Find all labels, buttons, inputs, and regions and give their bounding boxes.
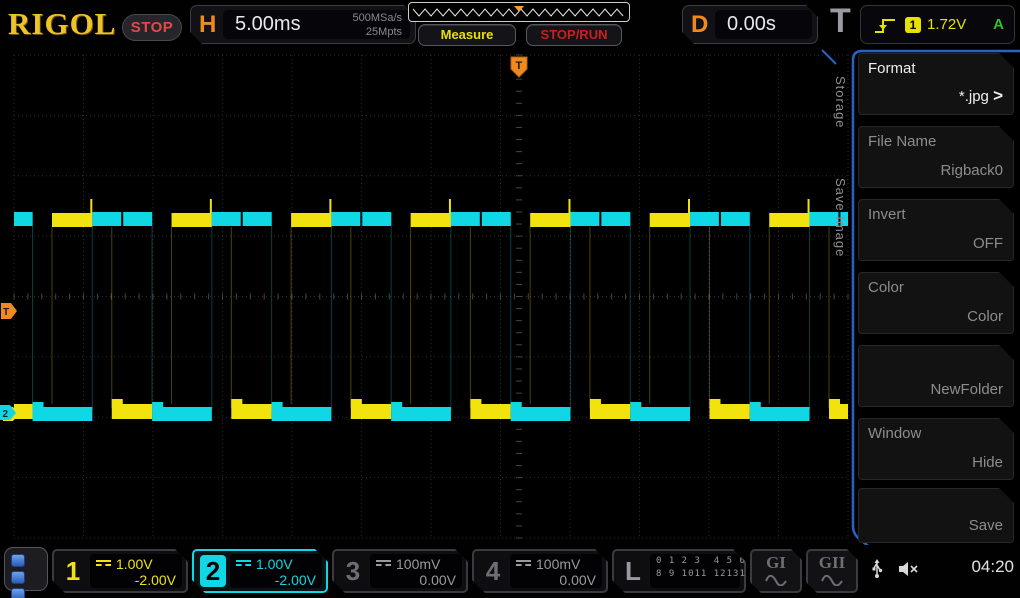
channel-values: 1.00V -2.00V [90, 554, 182, 588]
channel-scale: 1.00V [116, 556, 153, 572]
menu-item-label: Invert [868, 206, 906, 223]
channel-values: 100mV 0.00V [510, 554, 602, 588]
oscilloscope-screen: T T 2 RIGOL STOP H 5.00ms 500MSa/s 25Mpts … [0, 0, 1020, 598]
run-state-badge: STOP [122, 14, 182, 41]
channel-scale: 1.00V [256, 556, 293, 572]
svg-text:T: T [3, 307, 9, 318]
sample-rate: 500MSa/s [352, 11, 402, 25]
menu-item-value: *.jpg > [959, 86, 1003, 106]
svg-text:2: 2 [3, 409, 9, 420]
delay-box[interactable]: D 0.00s [682, 5, 818, 44]
channel-offset: 0.00V [516, 572, 596, 589]
usb-icon [870, 559, 884, 579]
measure-button[interactable]: Measure [418, 24, 516, 46]
menu-item-color[interactable]: Color Color [858, 272, 1014, 334]
menu-item-label: Window [868, 425, 921, 442]
channel-number: 3 [340, 555, 366, 587]
sine-wave-icon [820, 575, 844, 586]
channel-scale: 100mV [396, 556, 440, 572]
channel-values: 100mV 0.00V [370, 554, 462, 588]
channel-offset: -2.00V [236, 572, 316, 589]
logic-row-8-15: 8 9 1011 12131415 [656, 568, 734, 581]
tab-storage[interactable]: Storage [828, 76, 848, 129]
menu-item-value: OFF [973, 235, 1003, 252]
channel-values: 1.00V -2.00V [230, 554, 322, 588]
status-icons [870, 559, 920, 579]
menu-item-window[interactable]: Window Hide [858, 418, 1014, 480]
timebase-value: 5.00ms [235, 13, 301, 36]
menu-item-file-name[interactable]: File Name Rigback0 [858, 126, 1014, 188]
channel-number: 2 [200, 555, 226, 587]
generator-label: GII [808, 553, 856, 573]
logic-label: L [620, 555, 646, 587]
trigger-level-value: 1.72V [927, 16, 966, 33]
trigger-label: T [830, 2, 851, 41]
menu-item-value: Hide [972, 454, 1003, 471]
record-preview-strip[interactable] [408, 2, 630, 22]
logic-channels-box[interactable]: L 0 1 2 3 4 5 6 7 8 9 1011 12131415 [612, 549, 746, 593]
channel-scale: 100mV [536, 556, 580, 572]
svg-text:T: T [516, 60, 523, 72]
record-waveform-icon [409, 3, 629, 21]
memory-depth: 25Mpts [352, 25, 402, 39]
bottom-bar: 1 1.00V -2.00V 2 1.00V -2.00V 3 100mV 0.… [0, 545, 1020, 598]
generator-label: GI [752, 553, 800, 573]
chevron-right-icon: > [993, 86, 1003, 105]
generator-1-box[interactable]: GI [750, 549, 802, 593]
acquisition-info: 500MSa/s 25Mpts [352, 11, 402, 39]
dc-coupling-icon [236, 560, 251, 567]
menu-item-new-folder[interactable]: NewFolder [858, 345, 1014, 407]
delay-value: 0.00s [727, 13, 776, 36]
top-bar: RIGOL STOP H 5.00ms 500MSa/s 25Mpts Meas… [0, 0, 1020, 48]
menu-item-save[interactable]: Save [858, 488, 1014, 543]
rising-edge-icon [873, 16, 899, 36]
trigger-source-badge: 1 [905, 17, 921, 33]
menu-item-format[interactable]: Format *.jpg > [858, 53, 1014, 115]
delay-panel: 0.00s [715, 10, 812, 39]
rigol-logo: RIGOL [8, 6, 116, 42]
sine-wave-icon [764, 575, 788, 586]
channel-number: 4 [480, 555, 506, 587]
menu-item-label: Color [868, 279, 904, 296]
menu-item-label: File Name [868, 133, 936, 150]
dc-coupling-icon [96, 560, 111, 567]
dc-coupling-icon [516, 560, 531, 567]
clock: 04:20 [971, 557, 1014, 577]
logic-channel-list: 0 1 2 3 4 5 6 7 8 9 1011 12131415 [650, 554, 740, 588]
channel-1-box[interactable]: 1 1.00V -2.00V [52, 549, 188, 593]
channel-offset: 0.00V [376, 572, 456, 589]
menu-item-value: NewFolder [930, 381, 1003, 398]
speaker-muted-icon [898, 561, 920, 577]
tab-save-image[interactable]: Save Image [828, 178, 848, 257]
channel-4-box[interactable]: 4 100mV 0.00V [472, 549, 608, 593]
channel-number: 1 [60, 555, 86, 587]
menu-item-value: Rigback0 [940, 162, 1003, 179]
menu-item-label: Format [868, 60, 916, 77]
trigger-box[interactable]: 1 1.72V A [860, 5, 1015, 44]
horizontal-timebase-box[interactable]: H 5.00ms 500MSa/s 25Mpts [190, 5, 416, 44]
menu-item-invert[interactable]: Invert OFF [858, 199, 1014, 261]
trigger-sweep-mode: A [993, 16, 1004, 33]
channel-3-box[interactable]: 3 100mV 0.00V [332, 549, 468, 593]
generator-2-box[interactable]: GII [806, 549, 858, 593]
delay-label: D [691, 11, 708, 39]
menu-item-value: Color [967, 308, 1003, 325]
menu-grid-icon[interactable] [4, 547, 48, 591]
menu-item-value: Save [969, 517, 1003, 534]
dc-coupling-icon [376, 560, 391, 567]
stop-run-button[interactable]: STOP/RUN [526, 24, 622, 46]
channel-offset: -2.00V [96, 572, 176, 589]
timebase-panel: 5.00ms 500MSa/s 25Mpts [223, 10, 410, 39]
side-menu: Storage Save Image Format *.jpg > File N… [820, 48, 1020, 545]
channel-2-box[interactable]: 2 1.00V -2.00V [192, 549, 328, 593]
logic-row-0-7: 0 1 2 3 4 5 6 7 [656, 555, 734, 568]
horizontal-label: H [199, 11, 216, 39]
